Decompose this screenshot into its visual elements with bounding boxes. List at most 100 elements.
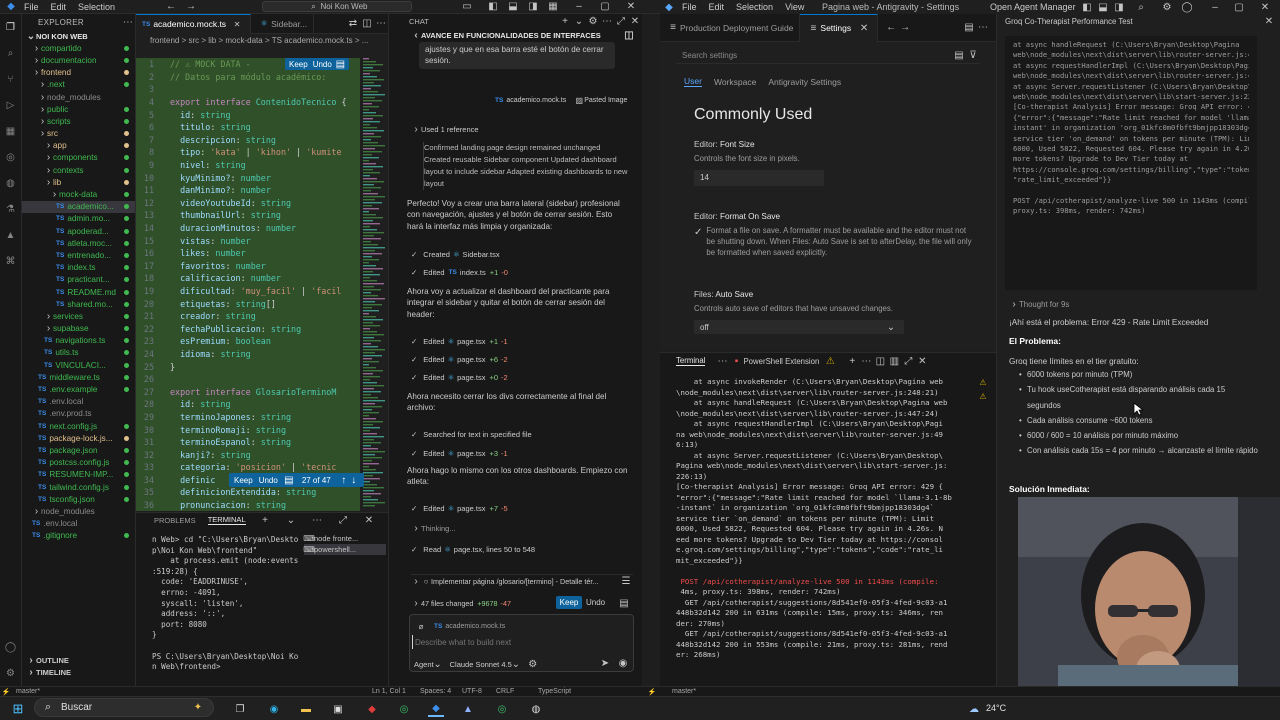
extensions-icon[interactable]: ▦ xyxy=(4,124,18,138)
explorer-item[interactable]: › contexts xyxy=(22,164,135,176)
app-icon[interactable]: ◍ xyxy=(528,701,544,717)
terminal-output[interactable]: at async invokeRender (C:\Users\Bryan\De… xyxy=(676,377,976,661)
layout-secondary-icon[interactable]: ◨ xyxy=(526,0,540,14)
explorer-item[interactable]: TS atleta.moc... xyxy=(22,237,135,249)
chrome-icon[interactable]: ◎ xyxy=(494,701,510,717)
file-explorer-icon[interactable]: ▬ xyxy=(298,701,314,717)
terminal-item-powershell[interactable]: ⌨ powershell... xyxy=(303,544,386,555)
minimize-icon[interactable]: – xyxy=(572,0,586,14)
explorer-item[interactable]: › components xyxy=(22,152,135,164)
close-icon[interactable]: ✕ xyxy=(362,513,376,527)
agent-manager-button[interactable]: Open Agent Manager xyxy=(990,2,1076,12)
explorer-item[interactable]: TS VINCULACI... xyxy=(22,359,135,371)
keep-all-button[interactable]: Keep xyxy=(556,596,582,609)
maximize-icon[interactable]: ⤢ xyxy=(614,14,628,28)
command-center-search[interactable]: ⌕ Noi Kon Web xyxy=(262,1,412,12)
windows-start-icon[interactable]: ⊞ xyxy=(10,701,26,717)
menu-file[interactable]: File xyxy=(682,2,697,12)
back-arrow-icon[interactable]: ← xyxy=(884,21,898,35)
source-control-icon[interactable]: ⑂ xyxy=(4,72,18,86)
explorer-item[interactable]: TS README.md xyxy=(22,286,135,298)
manage-gear-icon[interactable]: ⚙ xyxy=(4,666,18,680)
code-line[interactable]: 12 videoYoutubeId: string xyxy=(136,196,388,210)
close-icon[interactable]: ✕ xyxy=(915,354,929,368)
tools-icon[interactable]: ⚙ xyxy=(526,657,540,671)
layout-icon[interactable]: ▭ xyxy=(460,0,474,14)
layout-panel-icon[interactable]: ⬓ xyxy=(506,0,520,14)
status-ln-col[interactable]: Ln 1, Col 1 xyxy=(372,688,406,695)
more-actions-icon[interactable]: ⋯ xyxy=(600,14,614,28)
code-line[interactable]: 28 id: string xyxy=(136,398,388,411)
more-actions-icon[interactable]: ⋯ xyxy=(121,15,135,29)
code-line[interactable]: 20 etiquetas: string[] xyxy=(136,297,388,310)
taskbar-search[interactable]: ⌕ Buscar ✦ xyxy=(34,698,214,717)
edited-page-row[interactable]: ✓ Edited ⚛ page.tsx +0 -2 xyxy=(411,368,508,386)
tab-production-guide[interactable]: ≡ Production Deployment Guide xyxy=(660,13,801,42)
code-line[interactable]: 13 thumbnailUrl: string xyxy=(136,209,388,222)
close-icon[interactable]: ✕ xyxy=(628,14,642,28)
split-editor-icon[interactable]: ◫ xyxy=(360,17,374,31)
undo-inline-button[interactable]: Undo xyxy=(313,60,332,69)
maximize-panel-icon[interactable]: ⤢ xyxy=(336,513,350,527)
new-terminal-icon[interactable]: + xyxy=(845,354,859,368)
send-icon[interactable]: ➤ xyxy=(598,656,612,670)
code-line[interactable]: 10 kyuMinimo?: number xyxy=(136,171,388,184)
model-picker[interactable]: Claude Sonnet 4.5 xyxy=(450,660,512,669)
diff-icon[interactable]: ▤ xyxy=(284,473,294,487)
code-line[interactable]: 17 favoritos: number xyxy=(136,259,388,273)
split-icon[interactable]: ⋯ xyxy=(715,354,729,368)
code-line[interactable]: 8 tipo: 'kata' | 'kihon' | 'kumite xyxy=(136,146,388,159)
thinking-row[interactable]: › Thinking... xyxy=(411,519,455,537)
more-actions-icon[interactable]: ⋯ xyxy=(859,354,873,368)
code-line[interactable]: 26 xyxy=(136,372,388,386)
code-line[interactable]: 6 titulo: string xyxy=(136,120,388,134)
temperature[interactable]: 24°C xyxy=(986,703,1006,713)
forward-arrow-icon[interactable]: → xyxy=(898,21,912,35)
mode-picker[interactable]: Agent xyxy=(414,660,434,669)
explorer-item[interactable]: › node_modules xyxy=(22,91,135,103)
chat-session-title[interactable]: ‹ AVANCE EN FUNCIONALIDADES DE INTERFACE… xyxy=(389,28,642,42)
explorer-item[interactable]: › .next xyxy=(22,79,135,91)
layout-secondary-icon[interactable]: ◨ xyxy=(1112,0,1126,14)
explorer-item[interactable]: › src xyxy=(22,128,135,140)
review-icon[interactable]: ▤ xyxy=(617,596,631,610)
tree-icon[interactable]: ⌘ xyxy=(4,254,18,268)
vscode-taskbar-icon[interactable]: ◆ xyxy=(428,701,444,717)
open-changes-icon[interactable]: ⇄ xyxy=(346,17,360,31)
account-icon[interactable]: ◯ xyxy=(1180,0,1194,14)
code-area[interactable]: 1 // ⚠ MOCK DATA - 2 // Datos para módulo … xyxy=(136,58,388,512)
explorer-icon[interactable]: ❐ xyxy=(4,20,18,34)
terminal-item-node[interactable]: ⌨ node fronte... xyxy=(303,533,386,544)
explorer-item[interactable]: TS shared.mo... xyxy=(22,298,135,310)
scope-user[interactable]: User xyxy=(684,76,702,87)
code-line[interactable]: 23 esPremium: boolean xyxy=(136,335,388,348)
arrow-up-icon[interactable]: ↑ xyxy=(339,473,349,487)
searched-row[interactable]: ✓ Searched for text in specified file xyxy=(411,425,532,443)
attachment-image[interactable]: Pasted Image xyxy=(584,97,627,104)
attach-icon[interactable]: ⌀ xyxy=(416,619,426,633)
explorer-item[interactable]: › documentacion xyxy=(22,54,135,66)
status-spaces[interactable]: Spaces: 4 xyxy=(420,688,451,695)
thought-row[interactable]: › Thought for 9s xyxy=(1009,297,1069,311)
edited-page-row-5[interactable]: ✓ Edited ⚛ page.tsx +7 -5 xyxy=(411,499,508,517)
explorer-item[interactable]: TS .env.local xyxy=(22,518,135,530)
checkbox-checked-icon[interactable]: ✓ xyxy=(694,225,702,239)
explorer-item[interactable]: TS apoderad... xyxy=(22,225,135,237)
code-line[interactable]: 25} xyxy=(136,360,388,373)
menu-selection[interactable]: Selection xyxy=(736,2,773,12)
branch-right[interactable]: master* xyxy=(672,688,696,695)
explorer-item[interactable]: › node_modules xyxy=(22,505,135,517)
todo-row[interactable]: › ○ Implementar página /glosario/[termin… xyxy=(411,574,633,588)
code-line[interactable]: 35 definicionExtendida: string xyxy=(136,486,388,499)
explorer-item[interactable]: TS academico... xyxy=(22,200,135,213)
filter-icon[interactable]: ⊽ xyxy=(966,49,980,63)
branch-left[interactable]: master* xyxy=(16,688,40,695)
read-row[interactable]: ✓ Read ⚛ page.tsx , lines 50 to 548 xyxy=(411,540,535,558)
explorer-item[interactable]: TS next.config.js xyxy=(22,420,135,432)
explorer-item[interactable]: TS tsconfig.json xyxy=(22,493,135,505)
explorer-root[interactable]: ⌄ NOI KON WEB xyxy=(22,30,135,42)
menu-edit[interactable]: Edit xyxy=(51,2,67,12)
back-arrow-icon[interactable]: ← xyxy=(164,0,178,14)
clear-icon[interactable]: ▤ xyxy=(952,49,966,63)
menu-view[interactable]: View xyxy=(785,2,804,12)
